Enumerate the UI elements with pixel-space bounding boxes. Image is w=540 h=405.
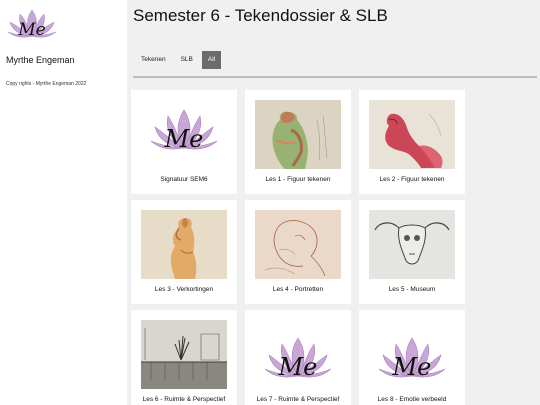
portfolio-card[interactable]: Les 2 - Figuur tekenen (359, 90, 465, 194)
portrait-sketch-thumbnail (255, 210, 341, 279)
portfolio-card[interactable]: Me Les 8 - Emotie verbeeld (359, 310, 465, 405)
card-caption: Les 6 - Ruimte & Perspectief (142, 396, 226, 403)
logo-thumbnail: Me (255, 320, 341, 389)
figure-warm-thumbnail (141, 210, 227, 279)
card-caption: Les 3 - Verkortingen (154, 286, 214, 293)
brand-logo[interactable]: Me (6, 8, 58, 44)
portfolio-card[interactable]: Les 1 - Figuur tekenen (245, 90, 351, 194)
divider (133, 76, 537, 78)
page-title: Semester 6 - Tekendossier & SLB (133, 6, 388, 25)
portfolio-card[interactable]: Me Les 7 - Ruimte & Perspectief (245, 310, 351, 405)
portfolio-card[interactable]: Les 5 - Museum (359, 200, 465, 304)
card-caption: Les 8 - Emotie verbeeld (377, 396, 447, 403)
card-caption: Les 4 - Portretten (272, 286, 324, 293)
logo-thumbnail: Me (141, 100, 227, 169)
card-caption: Signatuur SEM6 (160, 176, 208, 183)
main-content: Semester 6 - Tekendossier & SLB Tekenen … (127, 0, 540, 405)
portfolio-card[interactable]: Les 6 - Ruimte & Perspectief (131, 310, 237, 405)
sidebar: Me Myrthe Engeman Copy rights - Myrthe E… (0, 0, 127, 405)
card-caption: Les 2 - Figuur tekenen (379, 176, 445, 183)
portfolio-card[interactable]: Les 4 - Portretten (245, 200, 351, 304)
filter-tekenen[interactable]: Tekenen (135, 51, 172, 69)
room-sketch-thumbnail (141, 320, 227, 389)
card-caption: Les 7 - Ruimte & Perspectief (256, 396, 340, 403)
filter-all[interactable]: All (201, 51, 222, 69)
svg-text:Me: Me (164, 125, 204, 153)
filter-slb[interactable]: SLB (175, 51, 199, 69)
card-caption: Les 5 - Museum (388, 286, 436, 293)
svg-text:Me: Me (17, 20, 45, 40)
svg-text:Me: Me (278, 353, 318, 381)
skull-sketch-thumbnail (369, 210, 455, 279)
portfolio-card[interactable]: Me Signatuur SEM6 (131, 90, 237, 194)
figure-green-thumbnail (255, 100, 341, 169)
portfolio-card[interactable]: Les 3 - Verkortingen (131, 200, 237, 304)
svg-text:Me: Me (392, 353, 432, 381)
filter-bar: Tekenen SLB All (135, 51, 224, 69)
figure-red-thumbnail (369, 100, 455, 169)
card-caption: Les 1 - Figuur tekenen (265, 176, 331, 183)
copyright-text: Copy rights - Myrthe Engeman 2022 (6, 81, 87, 87)
logo-thumbnail: Me (369, 320, 455, 389)
owner-name[interactable]: Myrthe Engeman (6, 55, 75, 65)
